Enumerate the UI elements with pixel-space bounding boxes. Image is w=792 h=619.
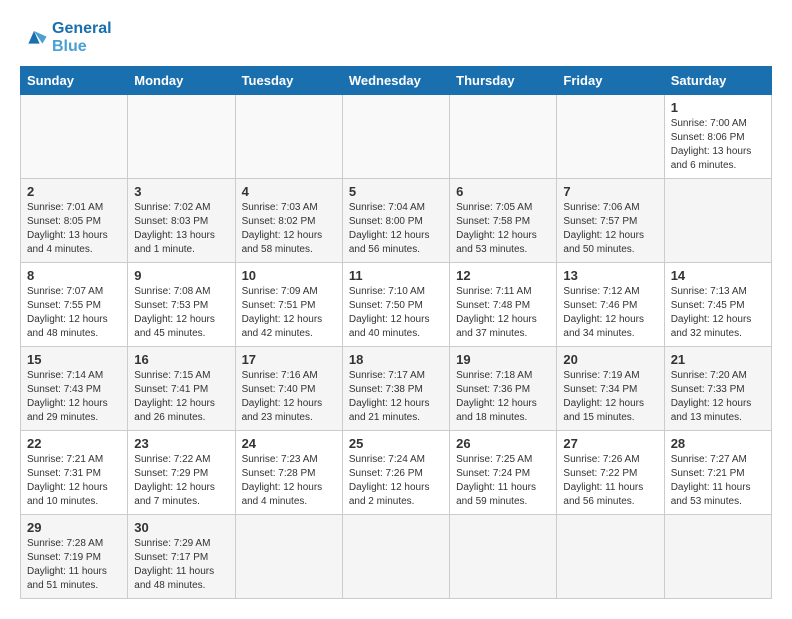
calendar-week-5: 22Sunrise: 7:21 AMSunset: 7:31 PMDayligh… <box>21 431 772 515</box>
empty-cell <box>235 515 342 599</box>
empty-cell <box>342 515 449 599</box>
page-header: General Blue <box>20 20 772 56</box>
calendar-day-11: 11Sunrise: 7:10 AMSunset: 7:50 PMDayligh… <box>342 263 449 347</box>
logo: General Blue <box>20 20 112 56</box>
calendar-week-2: 2Sunrise: 7:01 AMSunset: 8:05 PMDaylight… <box>21 179 772 263</box>
calendar-day-28: 28Sunrise: 7:27 AMSunset: 7:21 PMDayligh… <box>664 431 771 515</box>
empty-cell <box>450 95 557 179</box>
calendar-day-4: 4Sunrise: 7:03 AMSunset: 8:02 PMDaylight… <box>235 179 342 263</box>
column-header-monday: Monday <box>128 67 235 95</box>
calendar-day-30: 30Sunrise: 7:29 AMSunset: 7:17 PMDayligh… <box>128 515 235 599</box>
empty-cell <box>664 179 771 263</box>
column-header-thursday: Thursday <box>450 67 557 95</box>
logo-icon <box>20 24 48 52</box>
calendar-day-29: 29Sunrise: 7:28 AMSunset: 7:19 PMDayligh… <box>21 515 128 599</box>
calendar-day-1: 1Sunrise: 7:00 AMSunset: 8:06 PMDaylight… <box>664 95 771 179</box>
calendar-week-4: 15Sunrise: 7:14 AMSunset: 7:43 PMDayligh… <box>21 347 772 431</box>
calendar-day-14: 14Sunrise: 7:13 AMSunset: 7:45 PMDayligh… <box>664 263 771 347</box>
logo-text: General <box>52 20 112 38</box>
calendar-day-2: 2Sunrise: 7:01 AMSunset: 8:05 PMDaylight… <box>21 179 128 263</box>
calendar-day-20: 20Sunrise: 7:19 AMSunset: 7:34 PMDayligh… <box>557 347 664 431</box>
calendar-day-18: 18Sunrise: 7:17 AMSunset: 7:38 PMDayligh… <box>342 347 449 431</box>
empty-cell <box>557 95 664 179</box>
calendar-day-12: 12Sunrise: 7:11 AMSunset: 7:48 PMDayligh… <box>450 263 557 347</box>
empty-cell <box>557 515 664 599</box>
calendar-day-8: 8Sunrise: 7:07 AMSunset: 7:55 PMDaylight… <box>21 263 128 347</box>
column-header-sunday: Sunday <box>21 67 128 95</box>
calendar-day-26: 26Sunrise: 7:25 AMSunset: 7:24 PMDayligh… <box>450 431 557 515</box>
calendar-day-5: 5Sunrise: 7:04 AMSunset: 8:00 PMDaylight… <box>342 179 449 263</box>
column-header-saturday: Saturday <box>664 67 771 95</box>
calendar-day-10: 10Sunrise: 7:09 AMSunset: 7:51 PMDayligh… <box>235 263 342 347</box>
calendar-day-23: 23Sunrise: 7:22 AMSunset: 7:29 PMDayligh… <box>128 431 235 515</box>
calendar-table: SundayMondayTuesdayWednesdayThursdayFrid… <box>20 66 772 599</box>
calendar-day-22: 22Sunrise: 7:21 AMSunset: 7:31 PMDayligh… <box>21 431 128 515</box>
calendar-week-3: 8Sunrise: 7:07 AMSunset: 7:55 PMDaylight… <box>21 263 772 347</box>
column-header-tuesday: Tuesday <box>235 67 342 95</box>
empty-cell <box>450 515 557 599</box>
empty-cell <box>21 95 128 179</box>
calendar-day-17: 17Sunrise: 7:16 AMSunset: 7:40 PMDayligh… <box>235 347 342 431</box>
calendar-day-16: 16Sunrise: 7:15 AMSunset: 7:41 PMDayligh… <box>128 347 235 431</box>
calendar-week-6: 29Sunrise: 7:28 AMSunset: 7:19 PMDayligh… <box>21 515 772 599</box>
logo-subtext: Blue <box>52 38 112 56</box>
calendar-header-row: SundayMondayTuesdayWednesdayThursdayFrid… <box>21 67 772 95</box>
column-header-friday: Friday <box>557 67 664 95</box>
calendar-day-7: 7Sunrise: 7:06 AMSunset: 7:57 PMDaylight… <box>557 179 664 263</box>
empty-cell <box>235 95 342 179</box>
calendar-day-19: 19Sunrise: 7:18 AMSunset: 7:36 PMDayligh… <box>450 347 557 431</box>
calendar-day-25: 25Sunrise: 7:24 AMSunset: 7:26 PMDayligh… <box>342 431 449 515</box>
calendar-day-15: 15Sunrise: 7:14 AMSunset: 7:43 PMDayligh… <box>21 347 128 431</box>
calendar-week-1: 1Sunrise: 7:00 AMSunset: 8:06 PMDaylight… <box>21 95 772 179</box>
calendar-day-3: 3Sunrise: 7:02 AMSunset: 8:03 PMDaylight… <box>128 179 235 263</box>
empty-cell <box>128 95 235 179</box>
column-header-wednesday: Wednesday <box>342 67 449 95</box>
empty-cell <box>664 515 771 599</box>
calendar-day-9: 9Sunrise: 7:08 AMSunset: 7:53 PMDaylight… <box>128 263 235 347</box>
calendar-day-6: 6Sunrise: 7:05 AMSunset: 7:58 PMDaylight… <box>450 179 557 263</box>
calendar-day-27: 27Sunrise: 7:26 AMSunset: 7:22 PMDayligh… <box>557 431 664 515</box>
calendar-day-13: 13Sunrise: 7:12 AMSunset: 7:46 PMDayligh… <box>557 263 664 347</box>
empty-cell <box>342 95 449 179</box>
calendar-day-21: 21Sunrise: 7:20 AMSunset: 7:33 PMDayligh… <box>664 347 771 431</box>
calendar-day-24: 24Sunrise: 7:23 AMSunset: 7:28 PMDayligh… <box>235 431 342 515</box>
